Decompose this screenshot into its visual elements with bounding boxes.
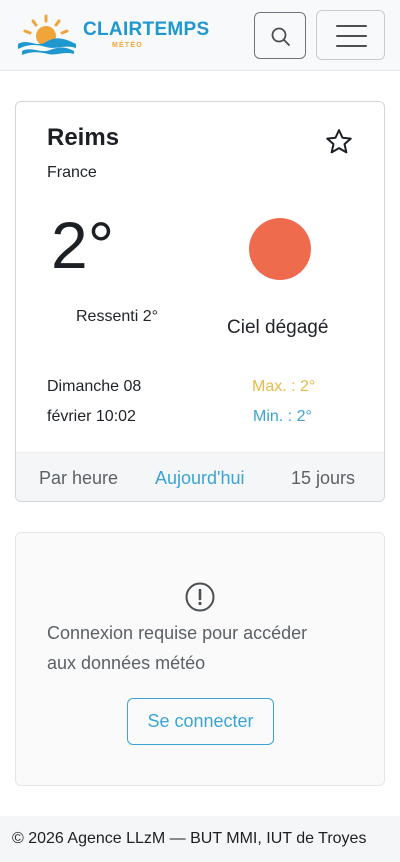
menu-toggle-button[interactable] bbox=[316, 10, 385, 60]
city-name: Reims bbox=[47, 124, 120, 151]
app-header: CLAIRTEMPS MÉTÉO bbox=[0, 0, 400, 71]
brand-logo[interactable]: CLAIRTEMPS MÉTÉO bbox=[16, 14, 209, 56]
weather-card: Reims France 2° Ressenti 2° Ciel dégagé … bbox=[15, 101, 385, 502]
brand-tagline: MÉTÉO bbox=[112, 42, 143, 49]
brand-name: CLAIRTEMPS bbox=[83, 19, 210, 40]
exclamation-circle-icon bbox=[185, 582, 215, 612]
current-temperature: 2° bbox=[51, 208, 115, 282]
page-footer: © 2026 Agence LLzM — BUT MMI, IUT de Tro… bbox=[0, 816, 400, 862]
tab-aujourdhui[interactable]: Aujourd'hui bbox=[155, 468, 245, 489]
date-line-1: Dimanche 08 bbox=[47, 378, 142, 395]
max-temperature: Max. : 2° bbox=[252, 378, 316, 395]
tab-15-jours[interactable]: 15 jours bbox=[291, 468, 355, 489]
login-required-panel: Connexion requise pour accéder aux donné… bbox=[15, 532, 385, 786]
search-icon bbox=[271, 27, 290, 46]
logo-sun-wave-icon bbox=[18, 14, 76, 55]
search-button[interactable] bbox=[254, 12, 306, 59]
min-temperature: Min. : 2° bbox=[253, 408, 312, 425]
footer-copyright: © 2026 Agence LLzM — BUT MMI, IUT de Tro… bbox=[12, 830, 367, 847]
favorite-star-icon[interactable] bbox=[324, 127, 354, 157]
login-button[interactable]: Se connecter bbox=[127, 698, 274, 745]
forecast-tabs: Par heure Aujourd'hui 15 jours bbox=[16, 452, 384, 501]
country-name: France bbox=[47, 164, 97, 181]
date-line-2: février 10:02 bbox=[47, 408, 136, 425]
weather-condition: Ciel dégagé bbox=[227, 317, 329, 338]
feels-like: Ressenti 2° bbox=[76, 308, 158, 325]
login-message-line-2: aux données météo bbox=[47, 653, 206, 673]
tab-par-heure[interactable]: Par heure bbox=[39, 468, 118, 489]
login-message-line-1: Connexion requise pour accéder bbox=[47, 623, 308, 643]
sun-icon bbox=[249, 218, 311, 280]
hamburger-menu-icon bbox=[336, 25, 367, 27]
